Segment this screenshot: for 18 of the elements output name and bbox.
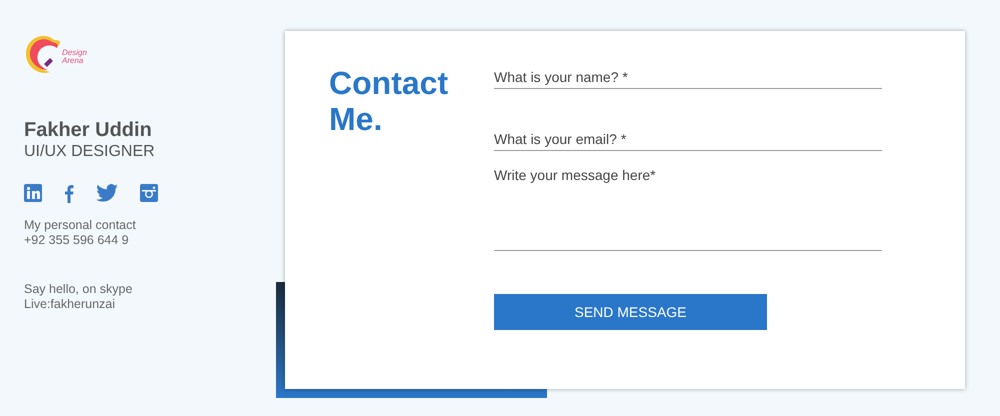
message-field[interactable]: Write your message here* [494,163,882,251]
contact-value: +92 355 596 644 9 [24,233,130,248]
profile-role: UI/UX DESIGNER [24,142,156,162]
camera-icon[interactable] [140,184,158,202]
contact-label: Say hello, on skype [24,282,134,297]
contact-label: My personal contact [24,218,137,233]
contact-value: Live:fakherunzai [24,297,116,312]
logo-text: Arena [62,57,84,65]
send-button[interactable]: SEND MESSAGE [494,294,767,330]
facebook-icon[interactable] [64,184,74,202]
bird-icon[interactable] [96,184,118,202]
profile-name: Fakher Uddin [24,118,153,142]
input-field[interactable]: What is your name? * [494,65,882,89]
linkedin-icon[interactable] [24,184,42,202]
input-field[interactable]: What is your email? * [494,127,882,151]
contact-title: Me. [329,101,384,137]
logo-text: Design [62,49,87,57]
contact-title: Contact [329,65,450,101]
